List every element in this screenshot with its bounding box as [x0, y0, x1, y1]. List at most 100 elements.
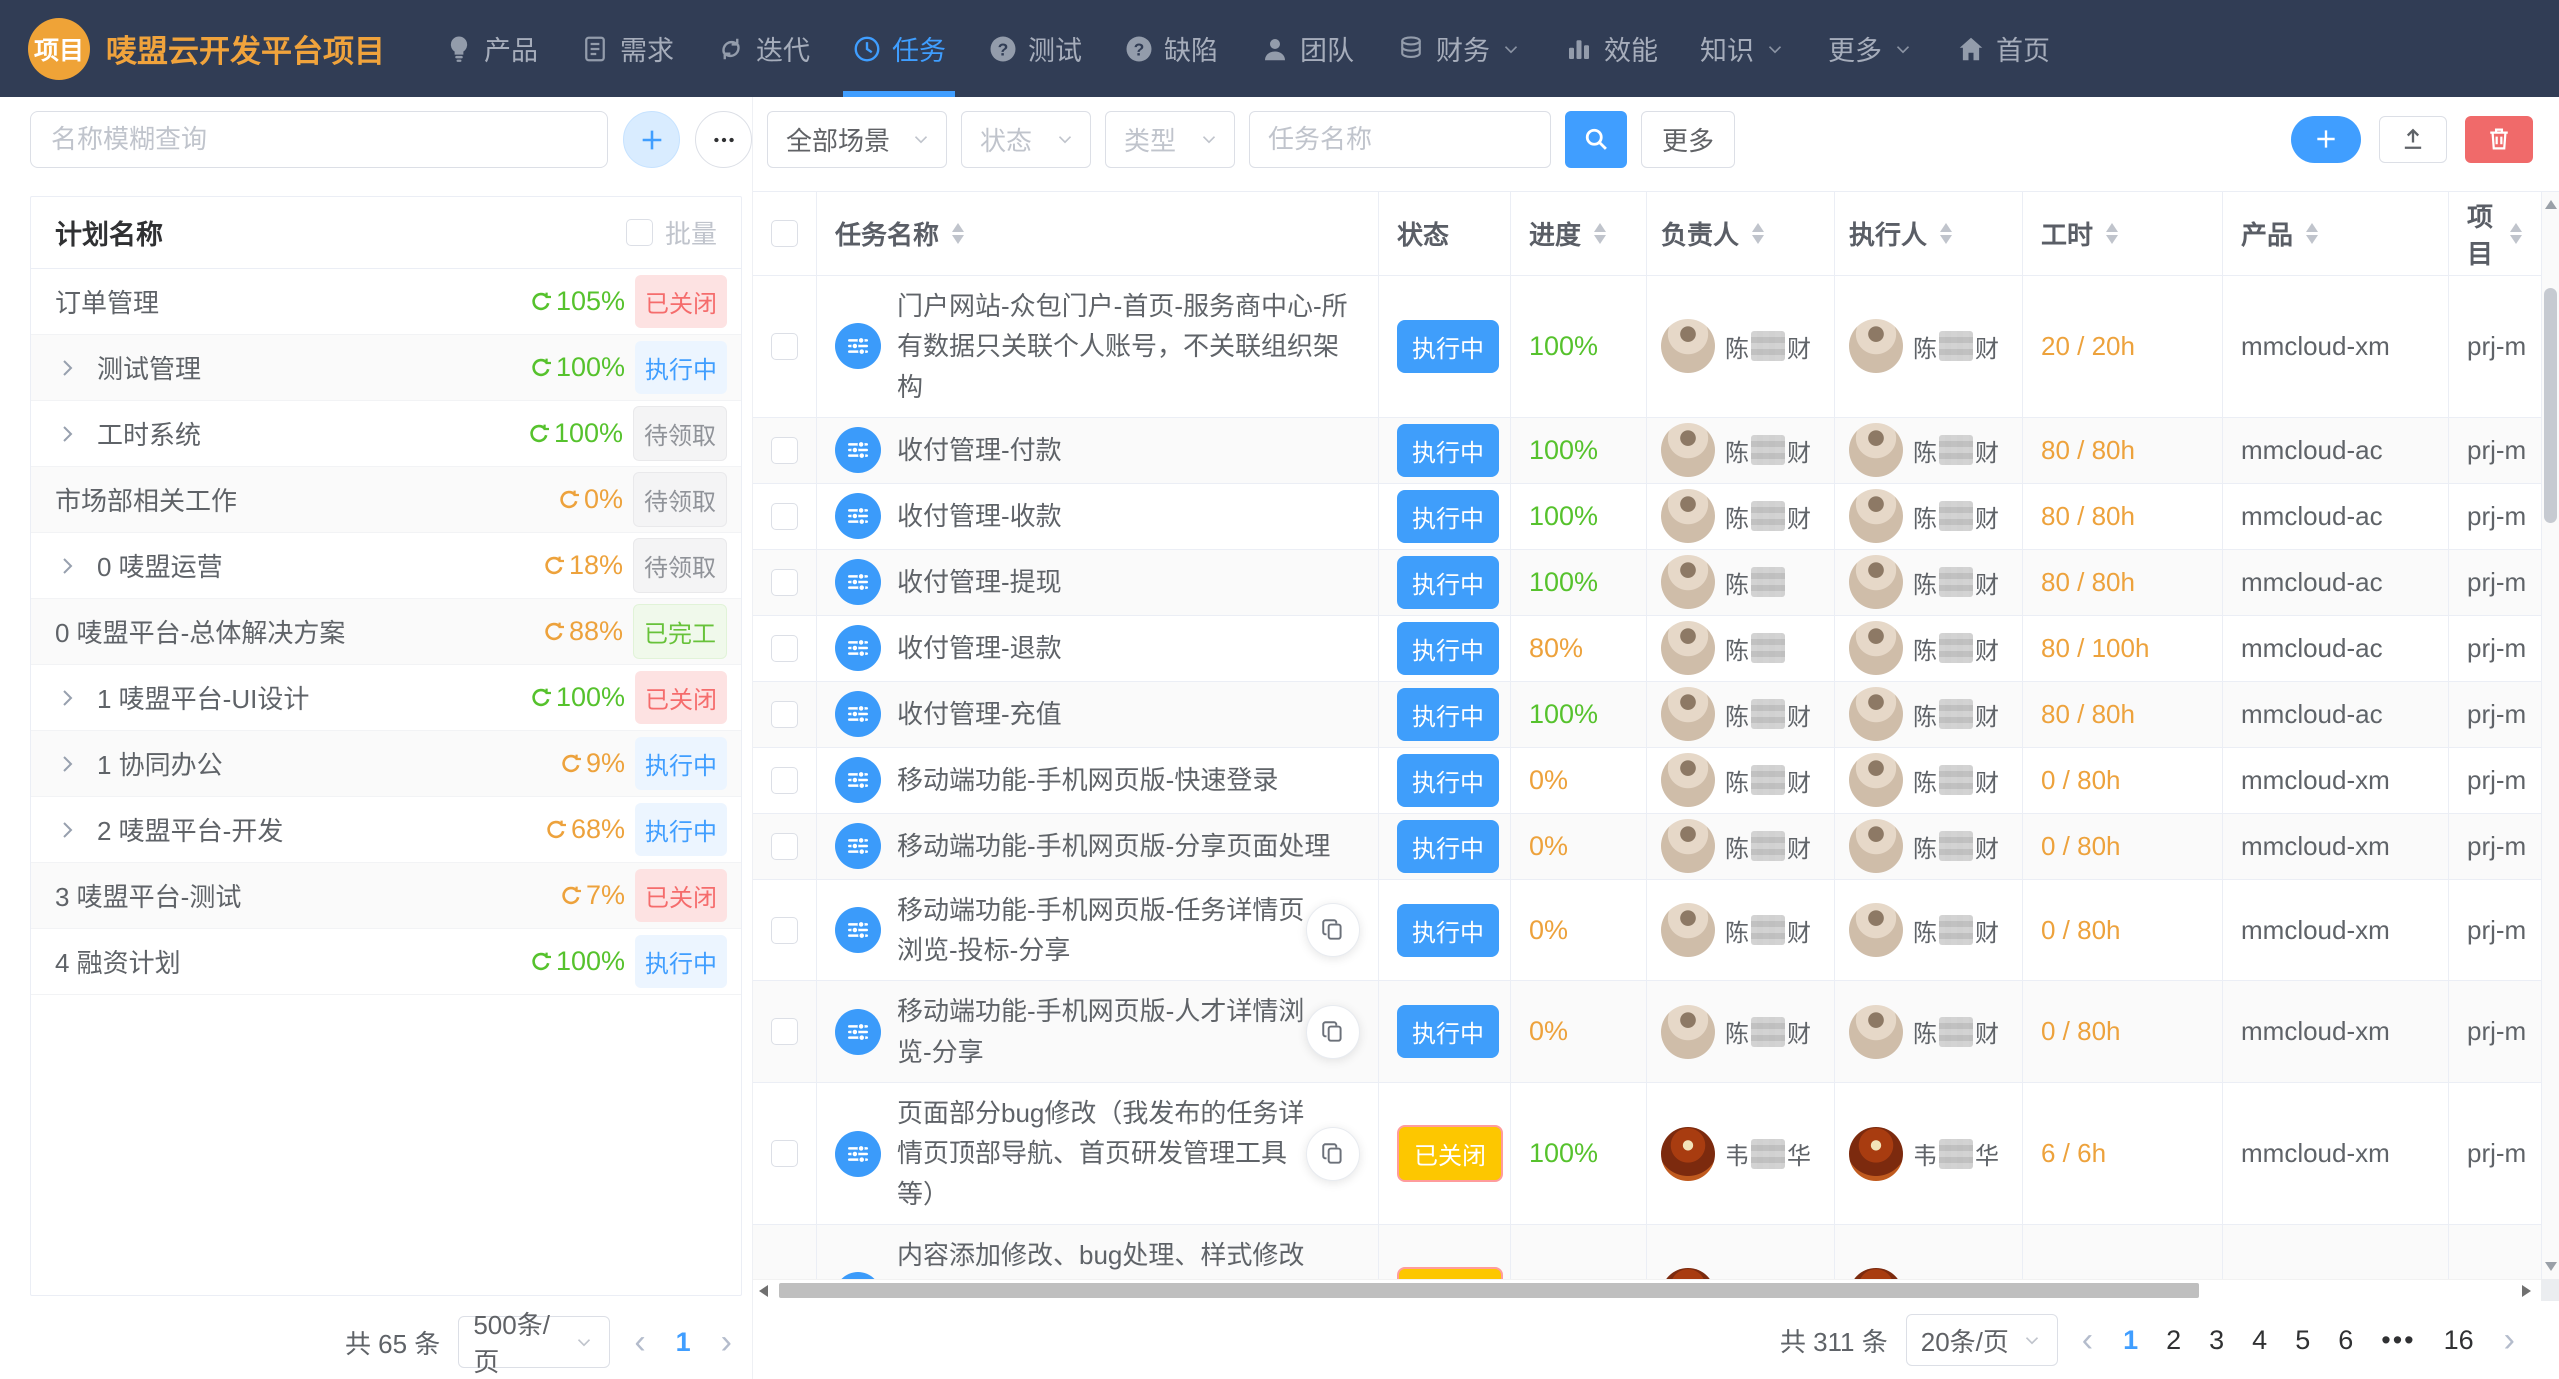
page-number[interactable]: 16: [2438, 1325, 2480, 1356]
plan-row[interactable]: 2 唛盟平台-开发 68% 执行中: [31, 797, 741, 863]
nav-item[interactable]: 团队: [1239, 0, 1375, 97]
vertical-scroll-thumb[interactable]: [2544, 288, 2557, 523]
copy-task-button[interactable]: [1306, 903, 1360, 957]
chevron-right-icon[interactable]: [55, 356, 97, 380]
page-number[interactable]: 6: [2332, 1325, 2359, 1356]
plan-row[interactable]: 0 唛盟运营 18% 待领取: [31, 533, 741, 599]
sort-control[interactable]: [1751, 223, 1765, 244]
table-row[interactable]: 移动端功能-手机网页版-分享页面处理 执行中 0% 陈财 陈财 0 / 80h …: [753, 814, 2541, 880]
next-page-button[interactable]: ›: [2498, 1323, 2521, 1357]
page-number[interactable]: 3: [2203, 1325, 2230, 1356]
horizontal-scrollbar[interactable]: [753, 1279, 2559, 1301]
prev-page-button[interactable]: ‹: [628, 1325, 651, 1359]
row-checkbox[interactable]: [771, 767, 798, 794]
plan-row[interactable]: 0 唛盟平台-总体解决方案 88% 已完工: [31, 599, 741, 665]
page-number[interactable]: 1: [670, 1327, 697, 1358]
table-row[interactable]: 门户网站-众包门户-首页-服务商中心-所有数据只关联个人账号，不关联组织架构 执…: [753, 276, 2541, 418]
task-page-size-select[interactable]: 20条/页: [1906, 1314, 2058, 1366]
nav-item[interactable]: 需求: [559, 0, 695, 97]
table-row[interactable]: 移动端功能-手机网页版-快速登录 执行中 0% 陈财 陈财 0 / 80h mm…: [753, 748, 2541, 814]
scroll-down-arrow-icon[interactable]: [2545, 1262, 2557, 1271]
page-number[interactable]: 5: [2289, 1325, 2316, 1356]
row-checkbox[interactable]: [771, 917, 798, 944]
plan-row[interactable]: 4 融资计划 100% 执行中: [31, 929, 741, 995]
table-row[interactable]: 收付管理-收款 执行中 100% 陈财 陈财 80 / 80h mmcloud-…: [753, 484, 2541, 550]
nav-item[interactable]: 迭代: [695, 0, 831, 97]
task-name-link[interactable]: 收付管理-退款: [897, 618, 1062, 678]
page-number[interactable]: •••: [2375, 1325, 2421, 1356]
scroll-up-arrow-icon[interactable]: [2545, 200, 2557, 209]
nav-item[interactable]: 更多: [1807, 0, 1935, 97]
sort-control[interactable]: [2105, 223, 2119, 244]
sort-control[interactable]: [2305, 223, 2319, 244]
sort-control[interactable]: [1593, 223, 1607, 244]
nav-item[interactable]: 首页: [1935, 0, 2071, 97]
copy-task-button[interactable]: [1306, 1005, 1360, 1059]
page-number[interactable]: 1: [2117, 1325, 2144, 1356]
select-all-checkbox[interactable]: [771, 220, 798, 247]
sort-control[interactable]: [1939, 223, 1953, 244]
next-page-button[interactable]: ›: [715, 1325, 738, 1359]
plan-row[interactable]: 1 协同办公 9% 执行中: [31, 731, 741, 797]
horizontal-scroll-thumb[interactable]: [779, 1283, 2199, 1298]
scene-select[interactable]: 全部场景: [767, 111, 947, 168]
add-plan-button[interactable]: [623, 111, 680, 168]
row-checkbox[interactable]: [771, 1140, 798, 1167]
scroll-left-arrow-icon[interactable]: [759, 1285, 768, 1297]
nav-item[interactable]: 产品: [423, 0, 559, 97]
table-row[interactable]: 收付管理-付款 执行中 100% 陈财 陈财 80 / 80h mmcloud-…: [753, 418, 2541, 484]
nav-item[interactable]: 知识: [1679, 0, 1807, 97]
page-number[interactable]: 2: [2160, 1325, 2187, 1356]
task-name-link[interactable]: 移动端功能-手机网页版-人才详情浏览-分享: [897, 981, 1306, 1082]
plan-search-input[interactable]: [30, 111, 608, 168]
table-row[interactable]: 页面部分bug修改（我发布的任务详情页顶部导航、首页研发管理工具等） 已关闭 1…: [753, 1083, 2541, 1225]
prev-page-button[interactable]: ‹: [2076, 1323, 2099, 1357]
batch-checkbox[interactable]: [626, 219, 653, 246]
chevron-right-icon[interactable]: [55, 686, 97, 710]
plan-page-size-select[interactable]: 500条/页: [458, 1316, 610, 1368]
task-name-link[interactable]: 收付管理-收款: [897, 486, 1062, 546]
row-checkbox[interactable]: [771, 569, 798, 596]
plan-row[interactable]: 市场部相关工作 0% 待领取: [31, 467, 741, 533]
task-name-link[interactable]: 移动端功能-手机网页版-任务详情页浏览-投标-分享: [897, 880, 1306, 981]
plan-row[interactable]: 3 唛盟平台-测试 7% 已关闭: [31, 863, 741, 929]
plan-row[interactable]: 测试管理 100% 执行中: [31, 335, 741, 401]
row-checkbox[interactable]: [771, 437, 798, 464]
task-name-link[interactable]: 内容添加修改、bug处理、样式修改（safari浏览器对element ui部分…: [897, 1225, 1360, 1279]
plan-row[interactable]: 工时系统 100% 待领取: [31, 401, 741, 467]
page-number[interactable]: 4: [2246, 1325, 2273, 1356]
more-filters-button[interactable]: 更多: [1641, 111, 1735, 168]
table-row[interactable]: 移动端功能-手机网页版-任务详情页浏览-投标-分享 执行中 0% 陈财 陈财 0…: [753, 880, 2541, 982]
chevron-right-icon[interactable]: [55, 422, 97, 446]
row-checkbox[interactable]: [771, 1018, 798, 1045]
add-task-button[interactable]: [2291, 116, 2361, 163]
nav-item[interactable]: 财务: [1375, 0, 1543, 97]
chevron-right-icon[interactable]: [55, 752, 97, 776]
vertical-scrollbar[interactable]: [2541, 192, 2559, 1279]
plan-row[interactable]: 订单管理 105% 已关闭: [31, 269, 741, 335]
plan-more-button[interactable]: [695, 111, 752, 168]
task-name-link[interactable]: 收付管理-付款: [897, 420, 1062, 480]
table-row[interactable]: 收付管理-充值 执行中 100% 陈财 陈财 80 / 80h mmcloud-…: [753, 682, 2541, 748]
sort-control[interactable]: [2509, 223, 2523, 244]
copy-task-button[interactable]: [1306, 1127, 1360, 1181]
status-select[interactable]: 状态: [961, 111, 1091, 168]
task-name-link[interactable]: 移动端功能-手机网页版-分享页面处理: [897, 816, 1330, 876]
export-button[interactable]: [2379, 116, 2447, 163]
task-name-link[interactable]: 收付管理-提现: [897, 552, 1062, 612]
task-name-link[interactable]: 门户网站-众包门户-首页-服务商中心-所有数据只关联个人账号，不关联组织架构: [897, 276, 1360, 417]
plan-row[interactable]: 1 唛盟平台-UI设计 100% 已关闭: [31, 665, 741, 731]
type-select[interactable]: 类型: [1105, 111, 1235, 168]
table-row[interactable]: 收付管理-退款 执行中 80% 陈 陈财 80 / 100h mmcloud-a…: [753, 616, 2541, 682]
chevron-right-icon[interactable]: [55, 818, 97, 842]
task-name-link[interactable]: 移动端功能-手机网页版-快速登录: [897, 750, 1278, 810]
row-checkbox[interactable]: [771, 701, 798, 728]
task-name-link[interactable]: 收付管理-充值: [897, 684, 1062, 744]
delete-button[interactable]: [2465, 116, 2533, 163]
nav-item[interactable]: ? 缺陷: [1103, 0, 1239, 97]
row-checkbox[interactable]: [771, 635, 798, 662]
nav-item[interactable]: 效能: [1543, 0, 1679, 97]
task-name-search-input[interactable]: [1249, 111, 1551, 168]
row-checkbox[interactable]: [771, 333, 798, 360]
table-row[interactable]: 收付管理-提现 执行中 100% 陈 陈财 80 / 80h mmcloud-a…: [753, 550, 2541, 616]
